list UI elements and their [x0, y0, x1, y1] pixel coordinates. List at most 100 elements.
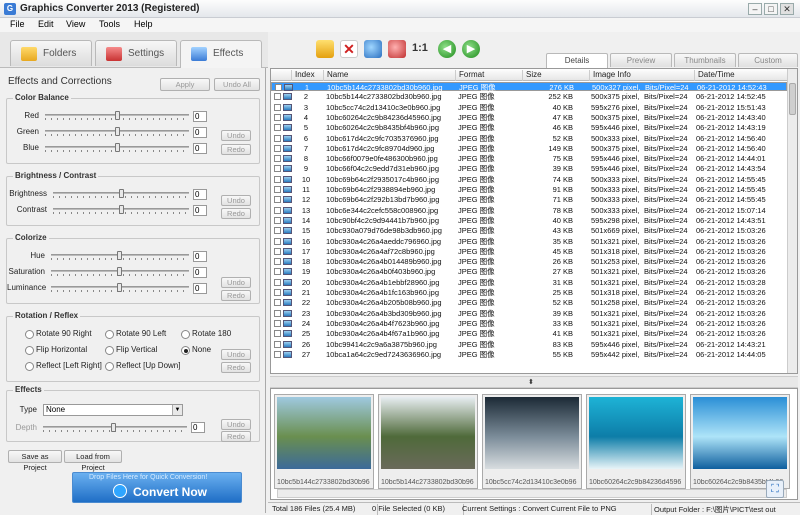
expand-icon[interactable]: ⛶: [766, 480, 784, 498]
tab-thumbnails[interactable]: Thumbnails: [674, 53, 736, 67]
row-checkbox[interactable]: [274, 196, 281, 204]
hue-value[interactable]: 0: [193, 251, 207, 262]
apply-button[interactable]: Apply: [160, 78, 210, 91]
minimize-button[interactable]: –: [748, 3, 762, 15]
rotation-redo-button[interactable]: Redo: [221, 362, 251, 373]
brightness-redo-button[interactable]: Redo: [221, 208, 251, 219]
rotation-undo-button[interactable]: Undo: [221, 349, 251, 360]
table-row[interactable]: 11 10bc69b64c2f2938894eb960.jpg JPEG 图像 91 …: [271, 185, 787, 194]
tab-details[interactable]: Details: [546, 53, 608, 68]
tab-custom[interactable]: Custom: [738, 53, 798, 67]
table-row[interactable]: 19 10bc930a4c26a4b0f403b960.jpg JPEG 图像 27 …: [271, 267, 787, 276]
red-slider[interactable]: [45, 111, 189, 121]
table-row[interactable]: 24 10bc930a4c26a4b4f7623b960.jpg JPEG 图像 33…: [271, 319, 787, 328]
colorize-undo-button[interactable]: Undo: [221, 277, 251, 288]
radio-none[interactable]: None: [181, 345, 211, 355]
table-row[interactable]: 1 10bc5b144c2733802bd30b960.jpg JPEG 图像 276…: [271, 82, 787, 92]
row-checkbox[interactable]: [274, 124, 281, 132]
saturation-slider[interactable]: [51, 267, 189, 277]
radio-rotate-90-left[interactable]: Rotate 90 Left: [105, 329, 166, 339]
menu-tools[interactable]: Tools: [99, 19, 120, 29]
row-checkbox[interactable]: [274, 340, 281, 348]
table-row[interactable]: 22 10bc930a4c26a4b205b08b960.jpg JPEG 图像 52…: [271, 298, 787, 307]
luminance-value[interactable]: 0: [193, 283, 207, 294]
column-index[interactable]: Index: [291, 70, 323, 81]
green-slider[interactable]: [45, 127, 189, 137]
table-row[interactable]: 4 10bc60264c2c9b84236d45960.jpg JPEG 图像 47 …: [271, 113, 787, 122]
column-format[interactable]: Format: [455, 70, 522, 81]
table-row[interactable]: 6 10bc617d4c2c9fc7035376960.jpg JPEG 图像 52 …: [271, 134, 787, 143]
thumbnail-scrollbar[interactable]: [277, 489, 787, 498]
table-row[interactable]: 5 10bc60264c2c9b8435bf4b960.jpg JPEG 图像 46 …: [271, 123, 787, 132]
table-row[interactable]: 17 10bc930a4c26a4af72c8b960.jpg JPEG 图像 45 …: [271, 247, 787, 256]
thumbnail-item[interactable]: 10bc5b144c2733802bd30b96: [274, 394, 374, 489]
row-checkbox[interactable]: [274, 309, 281, 317]
menu-view[interactable]: View: [66, 19, 85, 29]
saturation-value[interactable]: 0: [193, 267, 207, 278]
table-row[interactable]: 2 10bc5b144c2733802bd30b960.jpg JPEG 图像 252…: [271, 92, 787, 101]
blue-slider[interactable]: [45, 143, 189, 153]
row-checkbox[interactable]: [274, 216, 281, 224]
tab-preview[interactable]: Preview: [610, 53, 672, 67]
table-row[interactable]: 20 10bc930a4c26a4b1ebbf28960.jpg JPEG 图像 31…: [271, 278, 787, 287]
table-row[interactable]: 15 10bc930a079d76de98b3db960.jpg JPEG 图像 43…: [271, 226, 787, 235]
thumbnail-item[interactable]: 10bc60264c2c9b84236d4596: [586, 394, 686, 489]
row-checkbox[interactable]: [274, 268, 281, 276]
thumbnail-item[interactable]: 10bc5b144c2733802bd30b96: [378, 394, 478, 489]
table-row[interactable]: 16 10bc930a4c26a4aeddc796960.jpg JPEG 图像 35…: [271, 237, 787, 246]
table-row[interactable]: 25 10bc930a4c26a4b4f67a1b960.jpg JPEG 图像 41…: [271, 329, 787, 338]
table-row[interactable]: 8 10bc66f0079e0fe486300b960.jpg JPEG 图像 75 …: [271, 154, 787, 163]
row-checkbox[interactable]: [274, 113, 281, 121]
radio-rotate-90-right[interactable]: Rotate 90 Right: [25, 329, 92, 339]
row-checkbox[interactable]: [274, 165, 281, 173]
save-project-button[interactable]: Save as Project: [8, 450, 62, 472]
actual-size-button[interactable]: 1:1: [412, 42, 428, 54]
brightness-slider[interactable]: [53, 189, 189, 199]
next-arrow-icon[interactable]: ▶: [462, 40, 480, 58]
row-checkbox[interactable]: [274, 247, 281, 255]
depth-value[interactable]: 0: [191, 422, 205, 433]
row-checkbox[interactable]: [274, 93, 281, 101]
row-checkbox[interactable]: [274, 155, 281, 163]
row-checkbox[interactable]: [274, 175, 281, 183]
tab-settings[interactable]: Settings: [95, 40, 177, 66]
column-image-info[interactable]: Image Info: [589, 70, 694, 81]
table-row[interactable]: 26 10bc99414c2c9a6a3875b960.jpg JPEG 图像 83 …: [271, 340, 787, 349]
pane-splitter[interactable]: ⬍: [270, 376, 798, 388]
row-checkbox[interactable]: [274, 350, 281, 358]
table-row[interactable]: 7 10bc617d4c2c9fc89704d960.jpg JPEG 图像 149 …: [271, 144, 787, 153]
column-size[interactable]: Size: [522, 70, 589, 81]
previous-arrow-icon[interactable]: ◀: [438, 40, 456, 58]
radio-flip-vertical[interactable]: Flip Vertical: [105, 345, 157, 355]
undo-all-button[interactable]: Undo All: [214, 78, 260, 91]
table-row[interactable]: 23 10bc930a4c26a4b3bd309b960.jpg JPEG 图像 39…: [271, 309, 787, 318]
row-checkbox[interactable]: [274, 144, 281, 152]
contrast-value[interactable]: 0: [193, 205, 207, 216]
table-row[interactable]: 9 10bc66f04c2c9edd7d31eb960.jpg JPEG 图像 39 …: [271, 164, 787, 173]
table-row[interactable]: 3 10bc5cc74c2d13410c3e0b960.jpg JPEG 图像 40 …: [271, 103, 787, 112]
table-row[interactable]: 12 10bc69b64c2f292b13bd7b960.jpg JPEG 图像 71…: [271, 195, 787, 204]
maximize-button[interactable]: □: [764, 3, 778, 15]
menu-help[interactable]: Help: [134, 19, 153, 29]
row-checkbox[interactable]: [274, 299, 281, 307]
table-row[interactable]: 27 10bca1a64c2c9ed7243636960.jpg JPEG 图像 55…: [271, 350, 787, 359]
add-folder-icon[interactable]: [316, 40, 334, 58]
row-checkbox[interactable]: [274, 258, 281, 266]
blue-value[interactable]: 0: [193, 143, 207, 154]
row-checkbox[interactable]: [274, 237, 281, 245]
colorize-redo-button[interactable]: Redo: [221, 290, 251, 301]
column-name[interactable]: Name: [323, 70, 455, 81]
table-row[interactable]: 21 10bc930a4c26a4b1fc163b960.jpg JPEG 图像 25…: [271, 288, 787, 297]
tab-folders[interactable]: Folders: [10, 40, 92, 66]
effects-undo-button[interactable]: Undo: [221, 419, 251, 430]
depth-slider[interactable]: [43, 423, 187, 433]
radio-reflect-left-right[interactable]: Reflect [Left Right]: [25, 361, 102, 371]
load-project-button[interactable]: Load from Project: [64, 450, 122, 472]
row-checkbox[interactable]: [274, 103, 281, 111]
brightness-undo-button[interactable]: Undo: [221, 195, 251, 206]
delete-icon[interactable]: ✕: [340, 40, 358, 58]
red-value[interactable]: 0: [193, 111, 207, 122]
color-balance-redo-button[interactable]: Redo: [221, 144, 251, 155]
convert-now-button[interactable]: Drop Files Here for Quick Conversion! Co…: [72, 472, 242, 503]
row-checkbox[interactable]: [274, 289, 281, 296]
